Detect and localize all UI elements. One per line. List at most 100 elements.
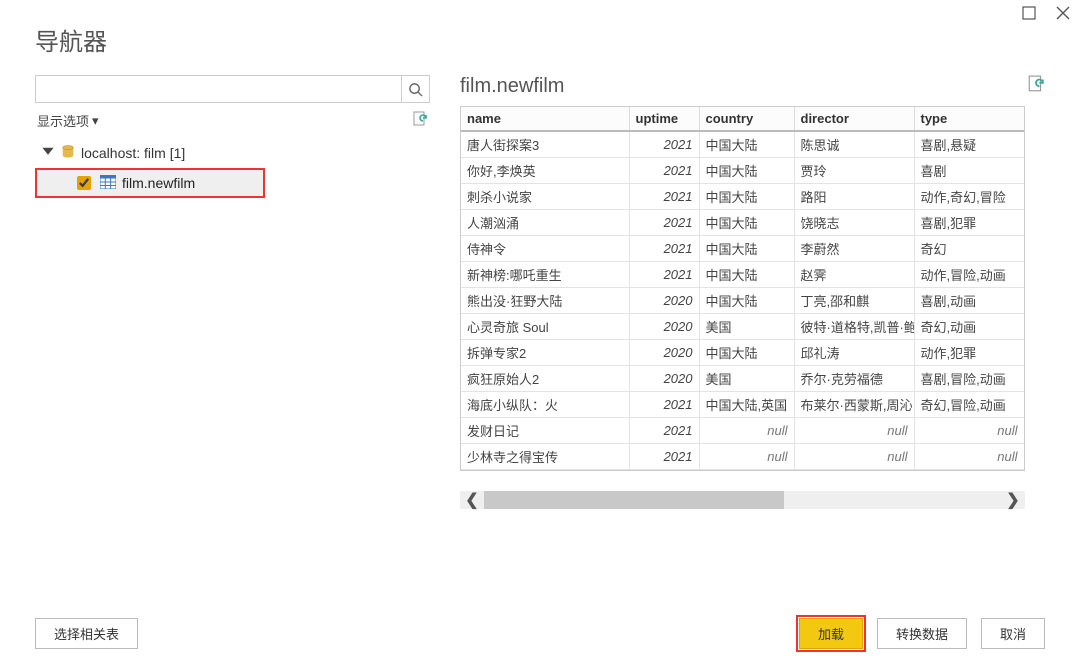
table-row[interactable]: 人潮汹涌2021中国大陆饶晓志喜剧,犯罪 [461,210,1024,236]
table-cell: 侍神令 [461,236,629,262]
table-cell: 中国大陆 [699,262,794,288]
column-header[interactable]: director [794,107,914,131]
tree-item-label: film.newfilm [122,175,195,191]
table-row[interactable]: 熊出没·狂野大陆2020中国大陆丁亮,邵和麒喜剧,动画 [461,288,1024,314]
table-row[interactable]: 疯狂原始人22020美国乔尔·克劳福德喜剧,冒险,动画 [461,366,1024,392]
chevron-down-icon: ▾ [92,113,99,129]
table-cell: 唐人街探案3 [461,131,629,158]
table-cell: 中国大陆 [699,236,794,262]
table-cell: 中国大陆 [699,210,794,236]
table-cell: null [794,444,914,470]
table-row[interactable]: 你好,李焕英2021中国大陆贾玲喜剧 [461,158,1024,184]
table-row[interactable]: 侍神令2021中国大陆李蔚然奇幻 [461,236,1024,262]
table-row[interactable]: 拆弹专家22020中国大陆邱礼涛动作,犯罪 [461,340,1024,366]
table-row[interactable]: 发财日记2021nullnullnull [461,418,1024,444]
table-cell: 你好,李焕英 [461,158,629,184]
preview-title: film.newfilm [460,75,564,98]
table-cell: 发财日记 [461,418,629,444]
table-cell: 动作,冒险,动画 [914,262,1024,288]
table-cell: null [914,444,1024,470]
search-input[interactable] [36,76,401,102]
table-cell: 中国大陆,英国 [699,392,794,418]
table-cell: 刺杀小说家 [461,184,629,210]
table-cell: null [914,418,1024,444]
table-row[interactable]: 心灵奇旅 Soul2020美国彼特·道格特,凯普·鲍奇幻,动画 [461,314,1024,340]
table-cell: 喜剧,犯罪 [914,210,1024,236]
column-header[interactable]: uptime [629,107,699,131]
refresh-tree-icon[interactable] [412,111,428,130]
table-cell: 邱礼涛 [794,340,914,366]
table-cell: null [794,418,914,444]
table-cell: 喜剧 [914,158,1024,184]
table-row[interactable]: 新神榜:哪吒重生2021中国大陆赵霁动作,冒险,动画 [461,262,1024,288]
table-cell: 拆弹专家2 [461,340,629,366]
table-cell: 喜剧,动画 [914,288,1024,314]
table-cell: 陈思诚 [794,131,914,158]
load-button[interactable]: 加载 [799,618,863,649]
table-row[interactable]: 唐人街探案32021中国大陆陈思诚喜剧,悬疑 [461,131,1024,158]
table-cell: 喜剧,冒险,动画 [914,366,1024,392]
database-icon [61,145,75,162]
scroll-left-arrow[interactable]: ❮ [460,490,484,510]
table-cell: 美国 [699,314,794,340]
caret-down-icon [41,145,55,162]
select-related-tables-button[interactable]: 选择相关表 [35,618,138,649]
tree-item-checkbox[interactable] [77,176,91,190]
table-cell: 人潮汹涌 [461,210,629,236]
table-cell: 2021 [629,184,699,210]
table-icon [100,175,116,192]
table-cell: 2021 [629,236,699,262]
cancel-button[interactable]: 取消 [981,618,1045,649]
display-options-dropdown[interactable]: 显示选项 ▾ [37,111,99,130]
table-cell: 2021 [629,392,699,418]
table-cell: 贾玲 [794,158,914,184]
tree-node-label: localhost: film [1] [81,145,185,161]
table-row[interactable]: 海底小纵队：火2021中国大陆,英国布莱尔·西蒙斯,周沁奇幻,冒险,动画 [461,392,1024,418]
table-cell: null [699,444,794,470]
table-cell: 彼特·道格特,凯普·鲍 [794,314,914,340]
table-cell: 2020 [629,314,699,340]
table-cell: 动作,犯罪 [914,340,1024,366]
table-cell: 中国大陆 [699,158,794,184]
table-cell: 布莱尔·西蒙斯,周沁 [794,392,914,418]
refresh-preview-icon[interactable] [1027,75,1045,98]
transform-data-button[interactable]: 转换数据 [877,618,967,649]
scroll-track[interactable] [484,491,1001,509]
table-cell: 丁亮,邵和麒 [794,288,914,314]
preview-grid: name uptime country director type 唐人街探案3… [460,106,1025,471]
table-cell: 2021 [629,444,699,470]
table-cell: 中国大陆 [699,184,794,210]
column-header[interactable]: type [914,107,1024,131]
search-button[interactable] [401,76,429,102]
table-header-row: name uptime country director type [461,107,1024,131]
table-row[interactable]: 少林寺之得宝传2021nullnullnull [461,444,1024,470]
table-cell: 乔尔·克劳福德 [794,366,914,392]
table-cell: 中国大陆 [699,288,794,314]
table-cell: 饶晓志 [794,210,914,236]
table-cell: 路阳 [794,184,914,210]
table-cell: 赵霁 [794,262,914,288]
table-cell: 熊出没·狂野大陆 [461,288,629,314]
window-close-icon[interactable] [1056,6,1070,25]
table-cell: 奇幻 [914,236,1024,262]
table-cell: 2021 [629,131,699,158]
column-header[interactable]: country [699,107,794,131]
table-cell: 2021 [629,158,699,184]
table-cell: 2020 [629,340,699,366]
table-cell: 2020 [629,366,699,392]
scroll-thumb[interactable] [484,491,784,509]
table-cell: 疯狂原始人2 [461,366,629,392]
column-header[interactable]: name [461,107,629,131]
table-cell: 2021 [629,262,699,288]
horizontal-scrollbar[interactable]: ❮ ❯ [460,491,1025,509]
tree-item-table[interactable]: film.newfilm [35,168,265,198]
table-cell: 李蔚然 [794,236,914,262]
table-cell: 中国大陆 [699,131,794,158]
scroll-right-arrow[interactable]: ❯ [1001,490,1025,510]
window-maximize-icon[interactable] [1022,6,1036,25]
table-row[interactable]: 刺杀小说家2021中国大陆路阳动作,奇幻,冒险 [461,184,1024,210]
table-cell: null [699,418,794,444]
table-cell: 奇幻,冒险,动画 [914,392,1024,418]
table-cell: 喜剧,悬疑 [914,131,1024,158]
tree-node-database[interactable]: localhost: film [1] [35,138,430,168]
